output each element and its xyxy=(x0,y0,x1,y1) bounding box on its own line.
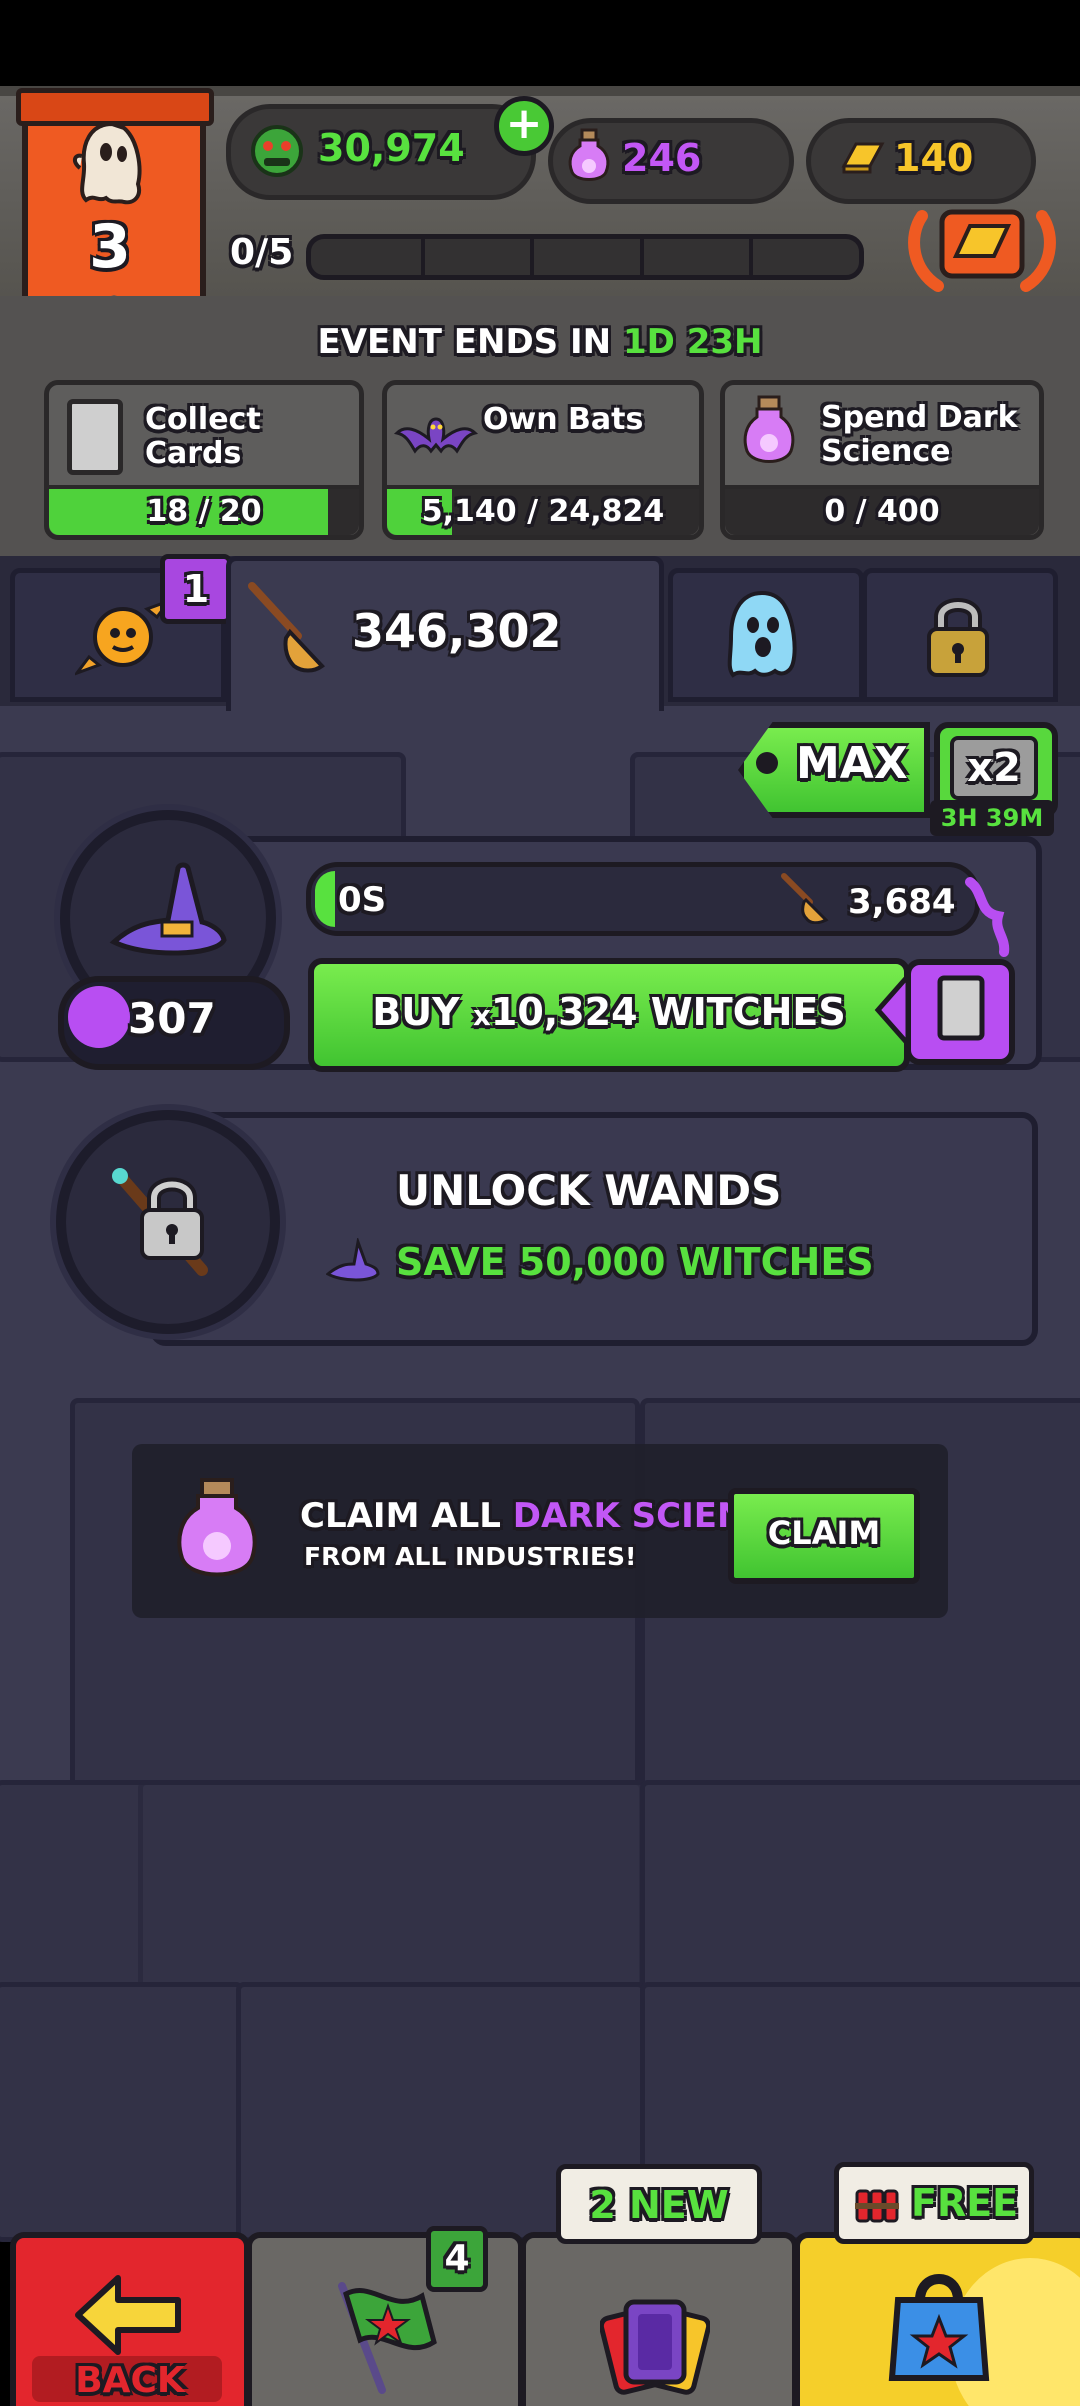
event-timer: EVENT ENDS IN 1D 23H xyxy=(0,322,1080,362)
buy-amount: 10,324 WITCHES xyxy=(490,990,846,1034)
boost-timer: 3H 39M xyxy=(930,800,1054,836)
shop-tag-label: FREE xyxy=(911,2181,1019,2225)
buy-witches-label: BUY x10,324 WITCHES xyxy=(314,990,904,1034)
cards-icon xyxy=(600,2299,710,2395)
back-label: BACK xyxy=(75,2360,185,2401)
tab-ghost[interactable] xyxy=(668,568,864,702)
claim-button[interactable]: CLAIM xyxy=(728,1488,920,1584)
candy-badge: 1 xyxy=(160,554,232,624)
bg-plate xyxy=(640,1780,1080,1990)
broom-count: 346,302 xyxy=(352,604,562,658)
back-arrow-icon xyxy=(75,2275,181,2355)
ghost-icon xyxy=(727,590,797,678)
task-label: Own Bats xyxy=(483,402,644,437)
player-level: 3 xyxy=(89,212,131,282)
cards-tag-label: 2 NEW xyxy=(589,2183,729,2227)
event-ends-label: EVENT ENDS IN xyxy=(317,322,612,362)
gold-bar-icon xyxy=(841,142,885,174)
task-own-bats[interactable]: Own Bats 5,140 / 24,824 xyxy=(382,380,704,540)
progress-segment-divider xyxy=(749,239,754,275)
green-currency-value: 30,974 xyxy=(318,126,465,170)
claim-line1: CLAIM ALL DARK SCIENCE xyxy=(300,1496,794,1536)
task-collect-cards[interactable]: Collect Cards 18 / 20 xyxy=(44,380,364,540)
wands-avatar-frame xyxy=(56,1110,280,1334)
potion-icon xyxy=(177,1478,257,1577)
cards-tag: 2 NEW xyxy=(556,2164,762,2244)
bg-plate xyxy=(138,1780,648,1990)
bg-plate xyxy=(0,1982,244,2242)
shopping-bag-icon xyxy=(888,2274,990,2381)
task-progress-text: 0 / 400 xyxy=(824,494,940,529)
nav-shop-button[interactable] xyxy=(794,2232,1080,2406)
nav-cards-button[interactable] xyxy=(520,2232,798,2406)
wands-title: UNLOCK WANDS xyxy=(396,1166,782,1215)
witch-production-fill xyxy=(315,871,335,927)
bat-icon xyxy=(393,417,479,454)
task-progress-text: 18 / 20 xyxy=(146,494,262,529)
potion-icon xyxy=(743,395,795,463)
broom-icon xyxy=(781,873,829,924)
witch-hat-icon xyxy=(326,1238,380,1282)
task-progress-bar: 18 / 20 xyxy=(49,485,359,535)
laurel-gold-icon xyxy=(908,209,1056,292)
monster-head-icon xyxy=(251,125,303,177)
task-progress-bar: 5,140 / 24,824 xyxy=(387,485,699,535)
claim-text: CLAIM ALL xyxy=(300,1496,513,1536)
ghost-icon xyxy=(73,121,142,205)
progress-segment-divider xyxy=(530,239,535,275)
witch-level: 307 xyxy=(128,994,216,1043)
witch-level-fill xyxy=(68,986,130,1048)
buy-prefix: BUY xyxy=(372,990,473,1034)
claim-button-label: CLAIM xyxy=(767,1514,881,1552)
task-label: Collect Cards xyxy=(145,402,261,471)
candy-icon xyxy=(75,598,171,676)
event-days: 1D xyxy=(622,322,675,362)
production-timer: 0S xyxy=(338,880,387,920)
max-label: MAX xyxy=(796,738,908,789)
level-progress-text: 0/5 xyxy=(230,232,294,273)
task-progress-bar: 0 / 400 xyxy=(725,485,1039,535)
boost-multiplier: x2 xyxy=(967,745,1021,791)
potion-icon xyxy=(568,128,610,181)
claim-line2: FROM ALL INDUSTRIES! xyxy=(304,1542,637,1571)
locked-wand-icon xyxy=(112,1168,208,1276)
task-spend-dark-science[interactable]: Spend Dark Science 0 / 400 xyxy=(720,380,1044,540)
star-flag-icon xyxy=(338,2282,437,2394)
witch-hat-icon xyxy=(109,862,227,956)
wands-requirement: SAVE 50,000 WITCHES xyxy=(396,1240,874,1284)
wands-card[interactable] xyxy=(150,1112,1038,1346)
candy-badge-count: 1 xyxy=(182,567,210,611)
flag-badge-count: 4 xyxy=(444,2238,470,2279)
card-upgrade-icon xyxy=(874,877,1015,1065)
task-progress-text: 5,140 / 24,824 xyxy=(421,494,665,529)
progress-segment-divider xyxy=(639,239,644,275)
tab-locked[interactable] xyxy=(862,568,1058,702)
broom-icon xyxy=(248,582,325,673)
x2-screen: x2 xyxy=(950,736,1038,800)
gold-currency-value: 140 xyxy=(894,136,974,180)
card-upgrade-button[interactable] xyxy=(874,872,1030,1072)
potion-currency-value: 246 xyxy=(622,136,702,180)
system-status-bar xyxy=(0,0,1080,86)
level-progress-bar xyxy=(306,234,864,280)
gold-reward-button[interactable] xyxy=(904,196,1060,296)
dynamite-icon xyxy=(855,2189,899,2223)
progress-segment-divider xyxy=(420,239,425,275)
task-label-line1: Spend Dark xyxy=(821,400,1018,435)
buy-witches-button[interactable]: BUY x10,324 WITCHES xyxy=(308,958,910,1072)
flag-badge: 4 xyxy=(426,2226,488,2292)
padlock-icon xyxy=(927,598,989,677)
add-currency-button[interactable]: + xyxy=(494,96,554,156)
card-icon xyxy=(67,399,123,475)
max-button-hole xyxy=(756,752,778,774)
event-hours: 23H xyxy=(686,322,763,362)
task-label-line2: Science xyxy=(821,434,951,469)
back-button[interactable]: BACK xyxy=(10,2232,250,2406)
buy-mult: x xyxy=(472,999,491,1032)
shop-tag: FREE xyxy=(834,2162,1034,2244)
